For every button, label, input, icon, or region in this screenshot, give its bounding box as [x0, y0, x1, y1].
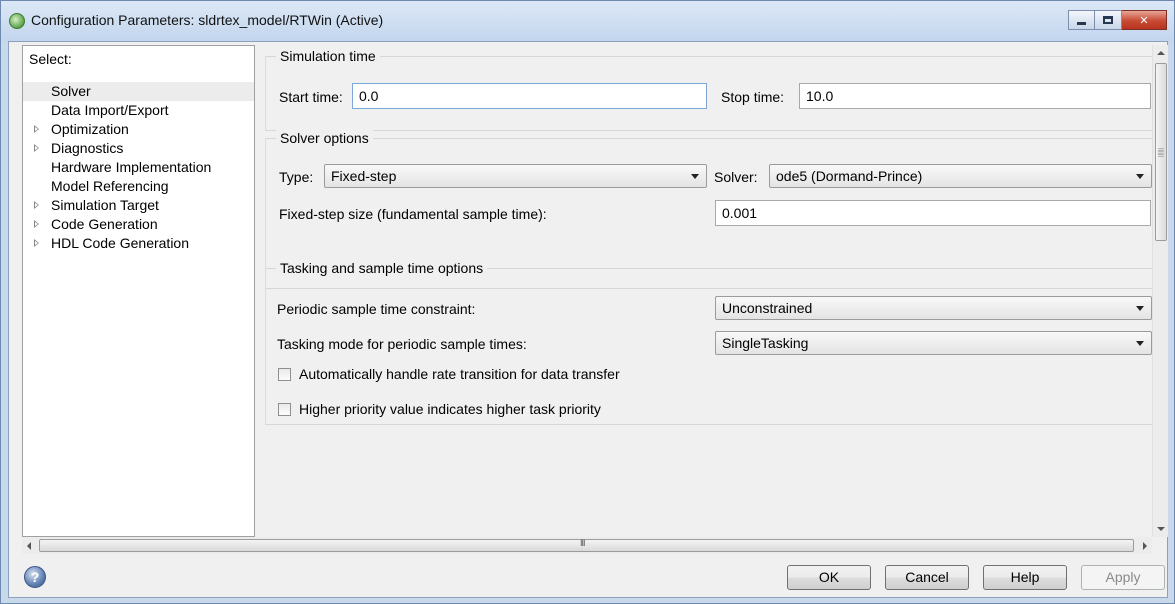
title-bar[interactable]: Configuration Parameters: sldrtex_model/…	[1, 1, 1174, 41]
expand-arrow-icon[interactable]	[34, 125, 39, 133]
checkbox-box[interactable]	[278, 368, 291, 381]
tree-item-label: Diagnostics	[51, 140, 124, 156]
expand-arrow-icon[interactable]	[34, 220, 39, 228]
checkbox-box[interactable]	[278, 403, 291, 416]
tree-item-label: Data Import/Export	[51, 102, 169, 118]
chevron-down-icon	[691, 174, 699, 179]
tree-item-label: Code Generation	[51, 216, 158, 232]
scroll-down-icon[interactable]	[1157, 527, 1165, 531]
chevron-down-icon	[1136, 174, 1144, 179]
solver-dropdown[interactable]: ode5 (Dormand-Prince)	[769, 164, 1152, 188]
tree-item-label: Simulation Target	[51, 197, 159, 213]
tasking-mode-label: Tasking mode for periodic sample times:	[277, 336, 527, 352]
config-parameters-window: Configuration Parameters: sldrtex_model/…	[0, 0, 1175, 604]
grip-icon: ═ ═ ═	[1158, 145, 1164, 160]
start-time-input[interactable]: 0.0	[352, 83, 707, 109]
ok-button[interactable]: OK	[787, 565, 871, 590]
expand-arrow-icon[interactable]	[34, 201, 39, 209]
tree-header: Select:	[29, 51, 72, 67]
help-icon[interactable]: ?	[24, 566, 46, 588]
scroll-grip: III	[580, 538, 585, 548]
maximize-button[interactable]	[1095, 10, 1122, 30]
solver-value: ode5 (Dormand-Prince)	[776, 168, 923, 184]
horizontal-scrollbar[interactable]: III	[22, 537, 1152, 554]
auto-rate-transition-label: Automatically handle rate transition for…	[299, 366, 620, 382]
group-title-solver-options: Solver options	[276, 130, 373, 146]
tasking-group: Tasking and sample time options Periodic…	[265, 260, 1152, 425]
scroll-right-icon[interactable]	[1143, 542, 1147, 550]
close-button[interactable]: ✕	[1122, 10, 1167, 30]
tree-item-model-referencing[interactable]: Model Referencing	[23, 177, 254, 196]
higher-priority-label: Higher priority value indicates higher t…	[299, 401, 601, 417]
tasking-mode-dropdown[interactable]: SingleTasking	[715, 331, 1152, 355]
scroll-up-icon[interactable]	[1157, 51, 1165, 55]
solver-pane: Simulation time Start time: 0.0 Stop tim…	[257, 45, 1152, 537]
group-title-simulation-time: Simulation time	[276, 48, 380, 64]
window-controls: ✕	[1068, 10, 1167, 30]
stop-time-input[interactable]: 10.0	[799, 83, 1151, 109]
minimize-button[interactable]	[1068, 10, 1095, 30]
start-time-label: Start time:	[279, 89, 343, 105]
category-tree: Select: Solver Data Import/Export Optimiza…	[22, 45, 255, 537]
vertical-scroll-thumb[interactable]: ═ ═ ═	[1155, 63, 1167, 241]
periodic-constraint-dropdown[interactable]: Unconstrained	[715, 296, 1152, 320]
tree-item-label: HDL Code Generation	[51, 235, 190, 251]
fixed-step-label: Fixed-step size (fundamental sample time…	[279, 206, 547, 222]
close-icon: ✕	[1139, 14, 1149, 27]
stop-time-label: Stop time:	[721, 89, 785, 105]
tree-item-optimization[interactable]: Optimization	[23, 120, 254, 139]
periodic-constraint-value: Unconstrained	[722, 300, 813, 316]
type-dropdown[interactable]: Fixed-step	[324, 164, 707, 188]
tree-item-label: Optimization	[51, 121, 129, 137]
tree-item-hardware-implementation[interactable]: Hardware Implementation	[23, 158, 254, 177]
cancel-button[interactable]: Cancel	[885, 565, 969, 590]
tree-item-solver[interactable]: Solver	[23, 82, 254, 101]
solver-label: Solver:	[714, 169, 758, 185]
simulation-time-group: Simulation time Start time: 0.0 Stop tim…	[265, 48, 1152, 131]
type-value: Fixed-step	[331, 168, 397, 184]
dialog-body: Select: Solver Data Import/Export Optimiza…	[8, 41, 1168, 598]
minimize-icon	[1077, 21, 1086, 25]
tree-item-label: Model Referencing	[51, 178, 169, 194]
horizontal-scroll-thumb[interactable]: III	[39, 538, 1134, 552]
help-button[interactable]: Help	[983, 565, 1067, 590]
tree-item-label: Solver	[51, 83, 91, 99]
tree-item-data-import-export[interactable]: Data Import/Export	[23, 101, 254, 120]
type-label: Type:	[279, 169, 314, 185]
group-title-tasking: Tasking and sample time options	[276, 260, 488, 276]
vertical-scrollbar[interactable]: ═ ═ ═	[1152, 45, 1168, 537]
chevron-down-icon	[1136, 306, 1144, 311]
maximize-icon	[1103, 16, 1113, 24]
expand-arrow-icon[interactable]	[34, 144, 39, 152]
expand-arrow-icon[interactable]	[34, 239, 39, 247]
tree-item-code-generation[interactable]: Code Generation	[23, 215, 254, 234]
chevron-down-icon	[1136, 341, 1144, 346]
scroll-left-icon[interactable]	[27, 542, 31, 550]
apply-button[interactable]: Apply	[1081, 565, 1165, 590]
window-title: Configuration Parameters: sldrtex_model/…	[31, 12, 384, 28]
tree-item-label: Hardware Implementation	[51, 159, 212, 175]
tree-item-hdl-code-generation[interactable]: HDL Code Generation	[23, 234, 254, 253]
tree-item-diagnostics[interactable]: Diagnostics	[23, 139, 254, 158]
app-icon	[9, 13, 25, 29]
periodic-constraint-label: Periodic sample time constraint:	[277, 301, 476, 317]
fixed-step-input[interactable]: 0.001	[715, 200, 1151, 226]
tasking-mode-value: SingleTasking	[722, 335, 809, 351]
tree-item-simulation-target[interactable]: Simulation Target	[23, 196, 254, 215]
